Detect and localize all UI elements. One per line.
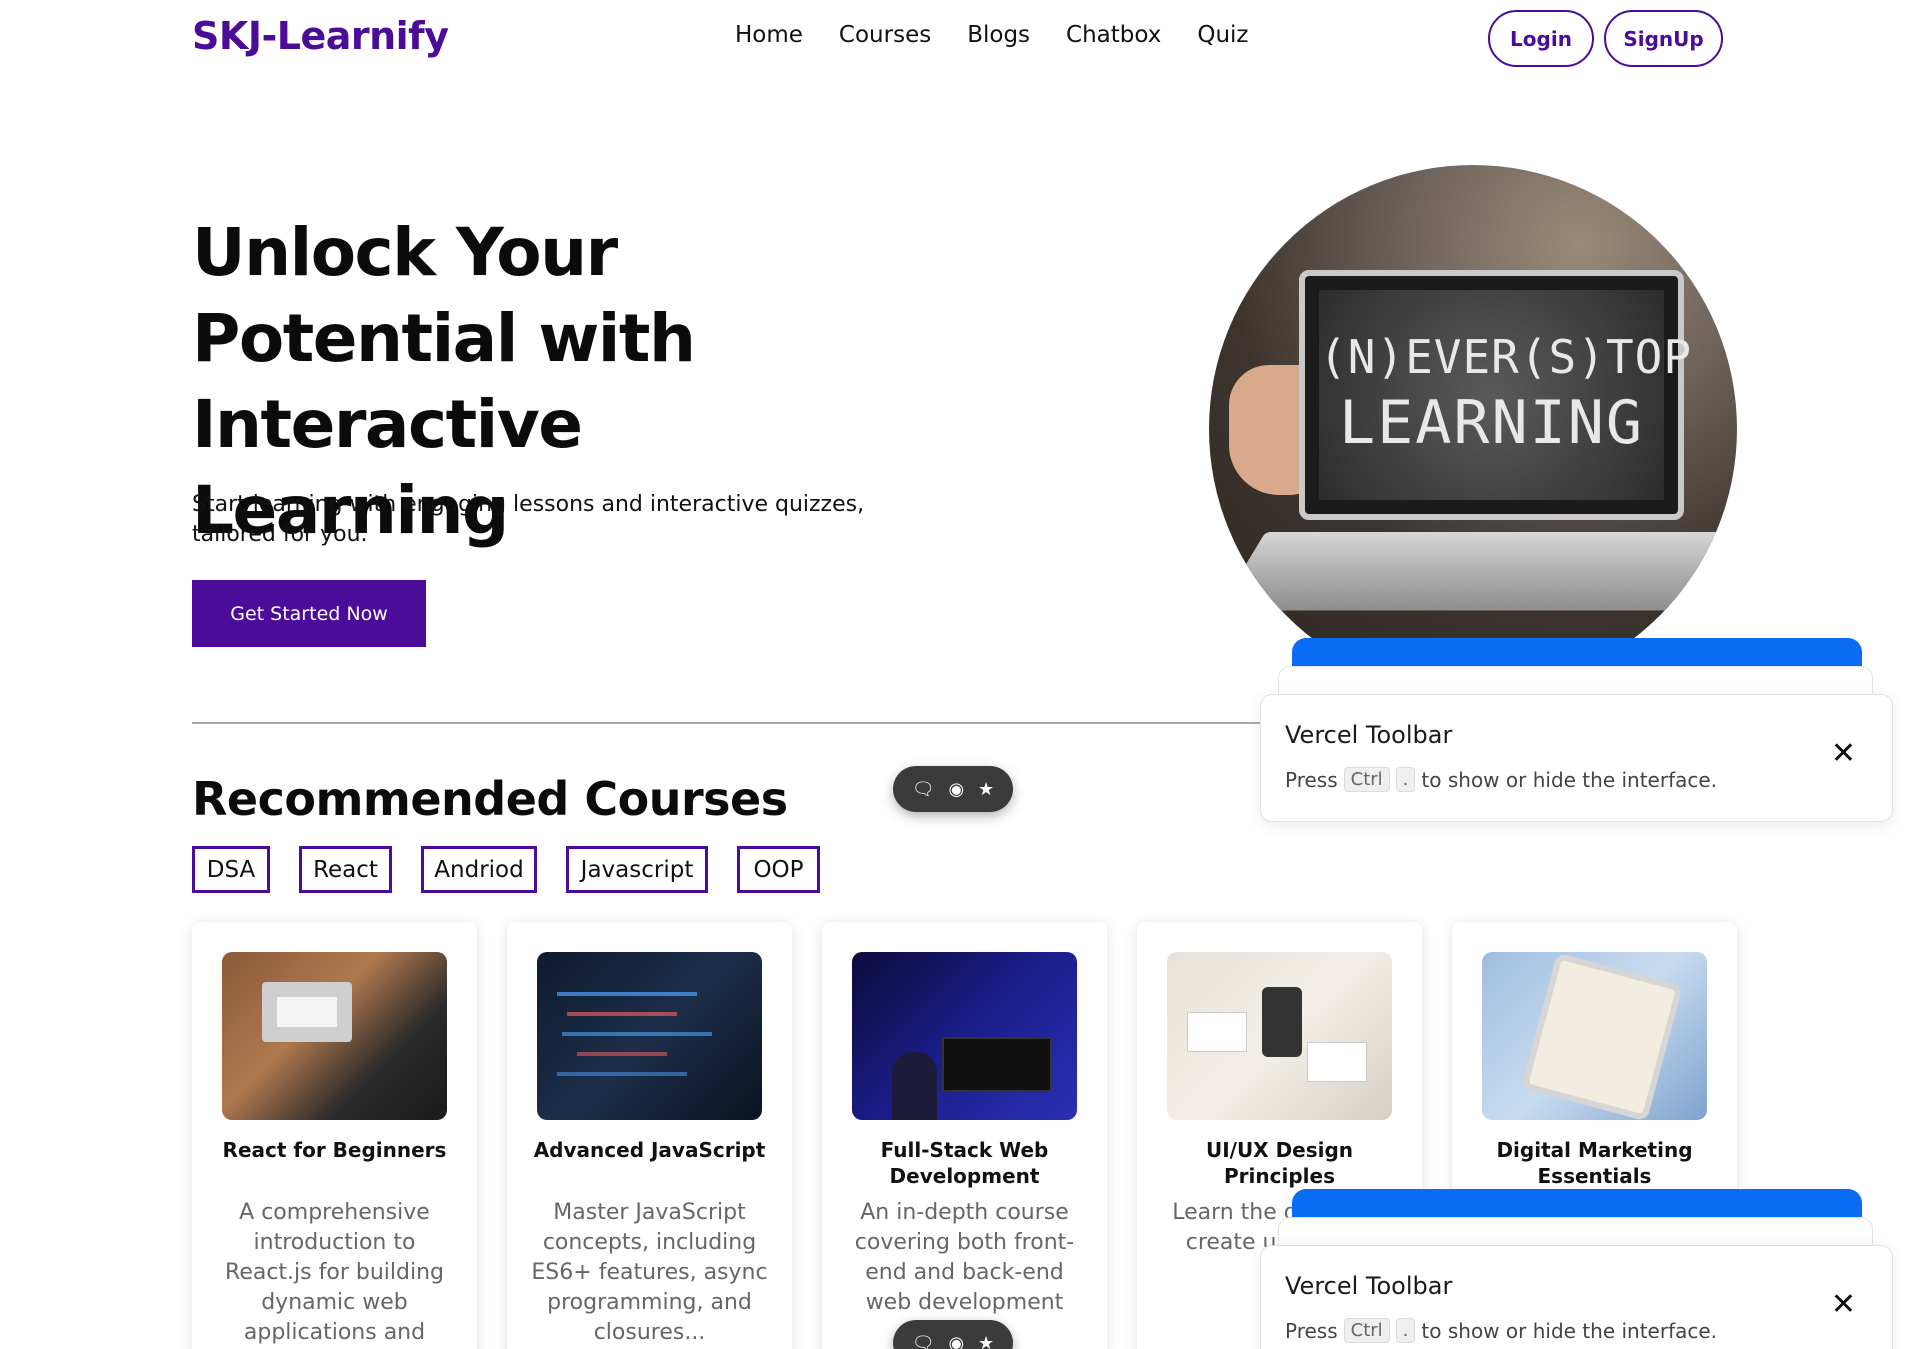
signup-button[interactable]: SignUp xyxy=(1604,10,1723,67)
floating-toolbar[interactable]: 🗨 ◉ ★ xyxy=(893,766,1013,812)
course-description: Master JavaScript concepts, including ES… xyxy=(531,1200,768,1345)
accessibility-icon[interactable]: ★ xyxy=(978,1333,994,1349)
hint-text: to show or hide the interface. xyxy=(1421,1318,1718,1343)
vercel-toolbar-title: Vercel Toolbar xyxy=(1285,721,1453,749)
site-header: SKJ-Learnify Home Courses Blogs Chatbox … xyxy=(0,0,1920,78)
comment-icon[interactable]: 🗨 xyxy=(912,779,935,800)
nav-quiz[interactable]: Quiz xyxy=(1197,22,1248,48)
vercel-toolbar-popup: Vercel Toolbar Press Ctrl . to show or h… xyxy=(1260,694,1893,822)
comment-icon[interactable]: 🗨 xyxy=(912,1333,935,1349)
get-started-button[interactable]: Get Started Now xyxy=(192,580,426,647)
course-card[interactable]: Full-Stack Web Development An in-depth c… xyxy=(822,922,1107,1349)
recommended-courses-heading: Recommended Courses xyxy=(192,772,788,826)
auth-buttons: Login SignUp xyxy=(1488,10,1723,67)
course-image xyxy=(537,952,762,1120)
floating-toolbar[interactable]: 🗨 ◉ ★ xyxy=(893,1320,1013,1349)
vercel-toolbar-popup: Vercel Toolbar Press Ctrl . to show or h… xyxy=(1260,1245,1893,1349)
accessibility-icon[interactable]: ★ xyxy=(978,779,994,800)
tag-oop[interactable]: OOP xyxy=(737,846,820,893)
vercel-toolbar-title: Vercel Toolbar xyxy=(1285,1272,1453,1300)
hero-subtitle: Start learning with engaging lessons and… xyxy=(192,492,865,547)
nav-blogs[interactable]: Blogs xyxy=(967,22,1030,48)
course-card[interactable]: React for Beginners A comprehensive intr… xyxy=(192,922,477,1349)
period-key: . xyxy=(1395,767,1416,792)
tag-react[interactable]: React xyxy=(299,846,392,893)
course-image xyxy=(222,952,447,1120)
nav-chatbox[interactable]: Chatbox xyxy=(1066,22,1161,48)
chalk-line-1: (N)EVER(S)TOP xyxy=(1319,330,1693,384)
course-image xyxy=(852,952,1077,1120)
nav-courses[interactable]: Courses xyxy=(839,22,931,48)
tag-javascript[interactable]: Javascript xyxy=(566,846,708,893)
ctrl-key: Ctrl xyxy=(1343,767,1390,792)
course-title: Full-Stack Web Development xyxy=(880,1138,1049,1188)
course-image xyxy=(1482,952,1707,1120)
eye-icon[interactable]: ◉ xyxy=(948,779,964,800)
press-label: Press xyxy=(1285,1318,1338,1343)
tag-android[interactable]: Andriod xyxy=(421,846,537,893)
vercel-toolbar-hint: Press Ctrl . to show or hide the interfa… xyxy=(1285,767,1717,792)
main-nav: Home Courses Blogs Chatbox Quiz xyxy=(735,22,1249,48)
course-description: An in-depth course covering both front-e… xyxy=(854,1200,1075,1315)
close-icon[interactable]: ✕ xyxy=(1831,1290,1856,1320)
course-title: UI/UX Design Principles xyxy=(1205,1138,1354,1188)
period-key: . xyxy=(1395,1318,1416,1343)
tag-dsa[interactable]: DSA xyxy=(192,846,270,893)
close-icon[interactable]: ✕ xyxy=(1831,739,1856,769)
hint-text: to show or hide the interface. xyxy=(1421,767,1718,792)
course-description: A comprehensive introduction to React.js… xyxy=(225,1200,444,1345)
chalk-line-2: LEARNING xyxy=(1339,388,1644,458)
login-button[interactable]: Login xyxy=(1488,10,1594,67)
laptop-keyboard xyxy=(1218,531,1737,611)
course-image xyxy=(1167,952,1392,1120)
section-divider xyxy=(192,722,1267,724)
course-title: Digital Marketing Essentials xyxy=(1496,1138,1693,1188)
laptop-screen: (N)EVER(S)TOP LEARNING xyxy=(1299,270,1693,520)
press-label: Press xyxy=(1285,767,1338,792)
course-tags: DSA React Andriod Javascript OOP xyxy=(192,846,820,893)
vercel-toolbar-hint: Press Ctrl . to show or hide the interfa… xyxy=(1285,1318,1717,1343)
course-title: React for Beginners xyxy=(222,1138,447,1162)
course-card[interactable]: Advanced JavaScript Master JavaScript co… xyxy=(507,922,792,1349)
site-logo[interactable]: SKJ-Learnify xyxy=(192,14,449,58)
course-title: Advanced JavaScript xyxy=(533,1138,766,1162)
hero-image: (N)EVER(S)TOP LEARNING xyxy=(1209,165,1737,693)
eye-icon[interactable]: ◉ xyxy=(948,1333,964,1349)
nav-home[interactable]: Home xyxy=(735,22,803,48)
ctrl-key: Ctrl xyxy=(1343,1318,1390,1343)
chalkboard: (N)EVER(S)TOP LEARNING xyxy=(1319,290,1693,500)
